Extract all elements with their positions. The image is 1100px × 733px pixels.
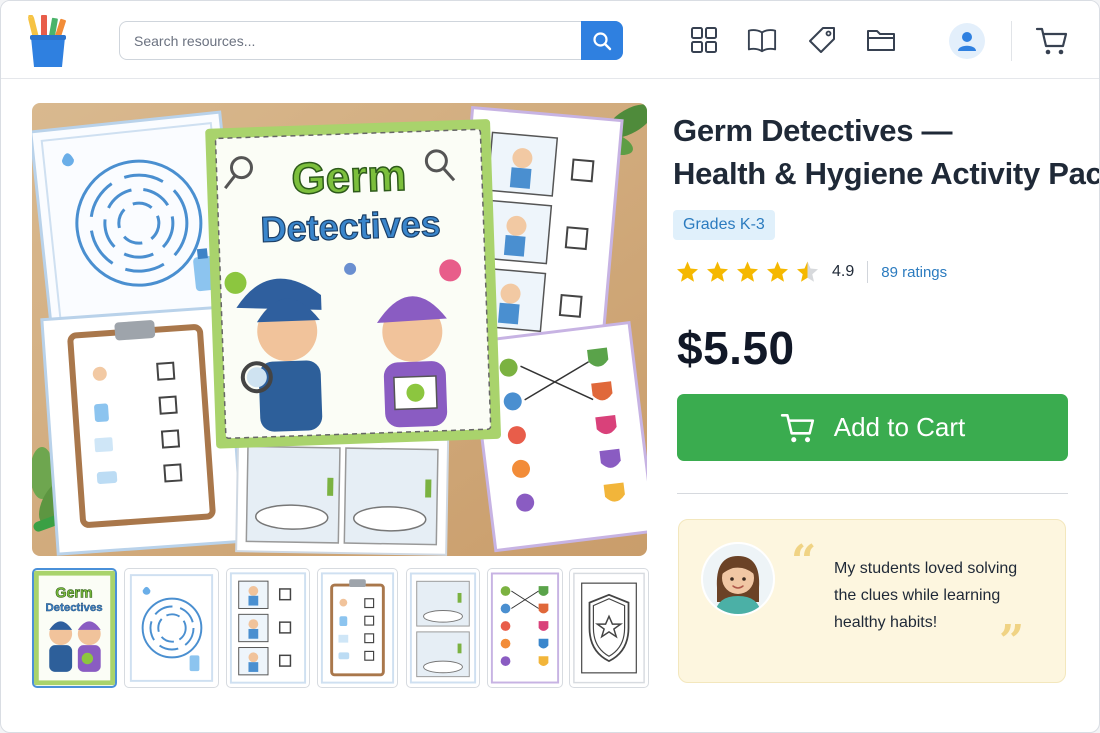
search-bar (119, 21, 623, 60)
page-frame: Germ Detectives (0, 0, 1100, 733)
star-full-icon (707, 261, 728, 282)
thumbnail-cover[interactable]: Germ Detectives (32, 568, 117, 688)
grade-badge: Grades K-3 (673, 210, 775, 240)
star-half-icon (797, 261, 818, 282)
rating-row: 4.9 89 ratings (675, 257, 947, 287)
cover-title-line1: Germ (291, 151, 408, 204)
section-divider (677, 493, 1068, 494)
cart-icon (780, 413, 814, 442)
user-icon (958, 32, 976, 51)
testimonial-card: “ My students loved solving the clues wh… (678, 519, 1066, 683)
testimonial-line1: My students loved solving (834, 560, 1018, 577)
grid-icon[interactable] (689, 25, 719, 55)
cover-title-line2: Detectives (260, 203, 441, 250)
rating-separator (867, 261, 869, 283)
cover-worksheet: Germ Detectives (205, 119, 501, 449)
search-icon (593, 31, 612, 50)
book-icon[interactable] (747, 25, 777, 55)
product-main-image[interactable]: Germ Detectives (32, 103, 647, 556)
thumbnail-maze[interactable] (124, 568, 219, 688)
header-divider (1011, 21, 1012, 61)
thumb-cover-title-line1: Germ (55, 586, 92, 602)
tag-icon[interactable] (807, 25, 837, 55)
product-price: $5.50 (677, 322, 795, 374)
thumbnail-badge[interactable] (569, 568, 649, 688)
user-account-button[interactable] (949, 23, 985, 59)
thumbnail-strip: Germ Detectives (32, 568, 652, 688)
thumbnail-matching[interactable] (487, 568, 563, 688)
sink-comparison-worksheet (235, 435, 450, 556)
pencil-cup-logo-icon[interactable] (25, 11, 71, 69)
star-rating (675, 260, 820, 284)
search-button[interactable] (581, 21, 623, 60)
thumbnail-sequence[interactable] (226, 568, 310, 688)
thumbnail-sinks[interactable] (406, 568, 480, 688)
star-full-icon (677, 261, 698, 282)
star-full-icon (767, 261, 788, 282)
product-title-line1: Germ Detectives — (673, 113, 953, 148)
cart-icon[interactable] (1035, 25, 1069, 57)
testimonial-line2: the clues while learning (834, 587, 1001, 604)
star-full-icon (737, 261, 758, 282)
thumbnail-checklist[interactable] (317, 568, 398, 688)
add-to-cart-label: Add to Cart (833, 412, 966, 442)
product-title: Germ Detectives — Health & Hygiene Activ… (673, 109, 1100, 195)
search-input[interactable] (120, 22, 582, 59)
ratings-count-link[interactable]: 89 ratings (881, 264, 947, 281)
add-to-cart-button[interactable]: Add to Cart (677, 394, 1068, 461)
thumb-cover-title-line2: Detectives (45, 602, 102, 614)
product-title-line2: Health & Hygiene Activity Pack (673, 156, 1100, 191)
teacher-avatar (701, 542, 775, 616)
quote-open-icon: “ (791, 536, 817, 587)
top-header (1, 1, 1099, 79)
quote-close-icon: ” (999, 616, 1025, 667)
rating-value: 4.9 (832, 263, 855, 280)
folder-icon[interactable] (866, 25, 896, 55)
